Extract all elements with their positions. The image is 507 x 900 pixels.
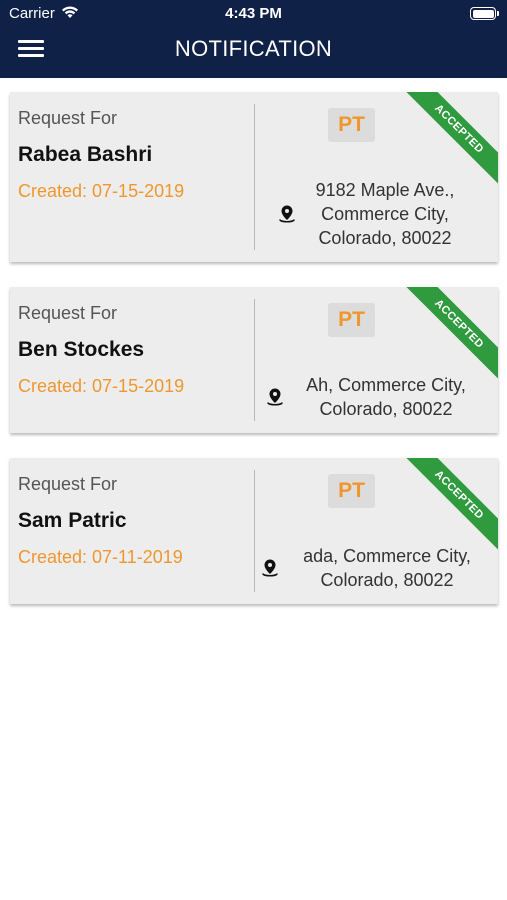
location-pin-icon (262, 559, 278, 577)
notification-card[interactable]: Request For Rabea Bashri Created: 07-15-… (10, 92, 498, 262)
status-bar: Carrier 4:43 PM (0, 0, 507, 28)
clock: 4:43 PM (225, 5, 282, 22)
address-line: 9182 Maple Ave., (315, 180, 455, 200)
address-line: Commerce City, (321, 204, 449, 224)
battery-icon (470, 7, 499, 20)
request-label: Request For (18, 303, 118, 323)
address-line: ada, Commerce City, (303, 546, 471, 566)
created-date: Created: 07-15-2019 (18, 181, 185, 201)
requester-name: Ben Stockes (18, 338, 145, 361)
accepted-ribbon: ACCEPTED (398, 458, 498, 556)
address: 9182 Maple Ave., Commerce City, Colorado… (296, 178, 474, 250)
request-label: Request For (18, 108, 118, 128)
created-date: Created: 07-11-2019 (18, 547, 183, 567)
page-title: NOTIFICATION (174, 36, 333, 61)
address-line: Colorado, 80022 (319, 399, 453, 419)
accepted-ribbon: ACCEPTED (398, 287, 498, 385)
request-label: Request For (18, 474, 118, 494)
address-line: Ah, Commerce City, (306, 375, 466, 395)
requester-name: Sam Patric (18, 509, 127, 532)
address: Ah, Commerce City, Colorado, 80022 (286, 373, 486, 421)
divider (254, 104, 255, 250)
address-line: Colorado, 80022 (318, 228, 452, 248)
location-pin-icon (279, 205, 295, 223)
divider (254, 299, 255, 421)
notification-card[interactable]: Request For Ben Stockes Created: 07-15-2… (10, 287, 498, 433)
service-tag: PT (328, 303, 375, 337)
address-line: Colorado, 80022 (320, 570, 454, 590)
service-tag: PT (328, 474, 375, 508)
address: ada, Commerce City, Colorado, 80022 (282, 544, 492, 592)
service-tag: PT (328, 108, 375, 142)
location-pin-icon (267, 388, 283, 406)
divider (254, 470, 255, 592)
created-date: Created: 07-15-2019 (18, 376, 185, 396)
requester-name: Rabea Bashri (18, 143, 153, 166)
notification-card[interactable]: Request For Sam Patric Created: 07-11-20… (10, 458, 498, 604)
top-bar: Carrier 4:43 PM NOTIFICATION (0, 0, 507, 78)
accepted-ribbon: ACCEPTED (398, 92, 498, 190)
